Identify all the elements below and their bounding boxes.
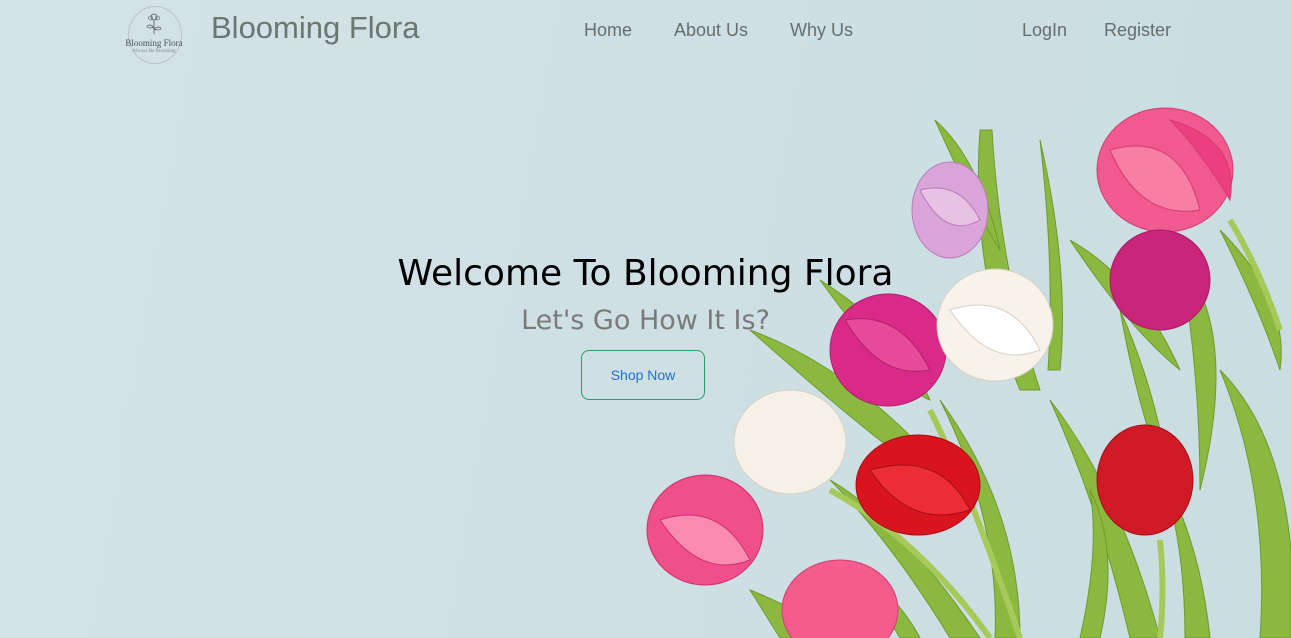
logo-name: Blooming Flora: [125, 38, 183, 48]
nav-about-link[interactable]: About Us: [674, 20, 748, 41]
hero-subtitle: Let's Go How It Is?: [521, 305, 770, 336]
pink-tulip-top: [1096, 107, 1234, 233]
red-tulip-right: [1096, 424, 1194, 536]
brand-name[interactable]: Blooming Flora: [211, 10, 419, 46]
logo-tagline: Always Be Blooming: [132, 49, 176, 54]
nav-home-link[interactable]: Home: [584, 20, 632, 41]
hero-section: Blooming Flora Always Be Blooming Bloomi…: [0, 0, 1291, 638]
red-tulip-center: [855, 434, 981, 536]
pink-tulip-bottom: [781, 559, 899, 638]
hero-title: Welcome To Blooming Flora: [397, 253, 894, 294]
nav-why-us-link[interactable]: Why Us: [790, 20, 853, 41]
flower-logo-icon: [146, 13, 162, 34]
white-tulip-left: [733, 389, 847, 495]
register-link[interactable]: Register: [1104, 20, 1171, 41]
login-link[interactable]: LogIn: [1022, 20, 1067, 41]
shop-now-button[interactable]: Shop Now: [581, 350, 705, 400]
lilac-tulip: [911, 161, 989, 259]
logo[interactable]: Blooming Flora Always Be Blooming: [124, 6, 184, 64]
pink-tulip-bottom-left: [646, 474, 764, 586]
